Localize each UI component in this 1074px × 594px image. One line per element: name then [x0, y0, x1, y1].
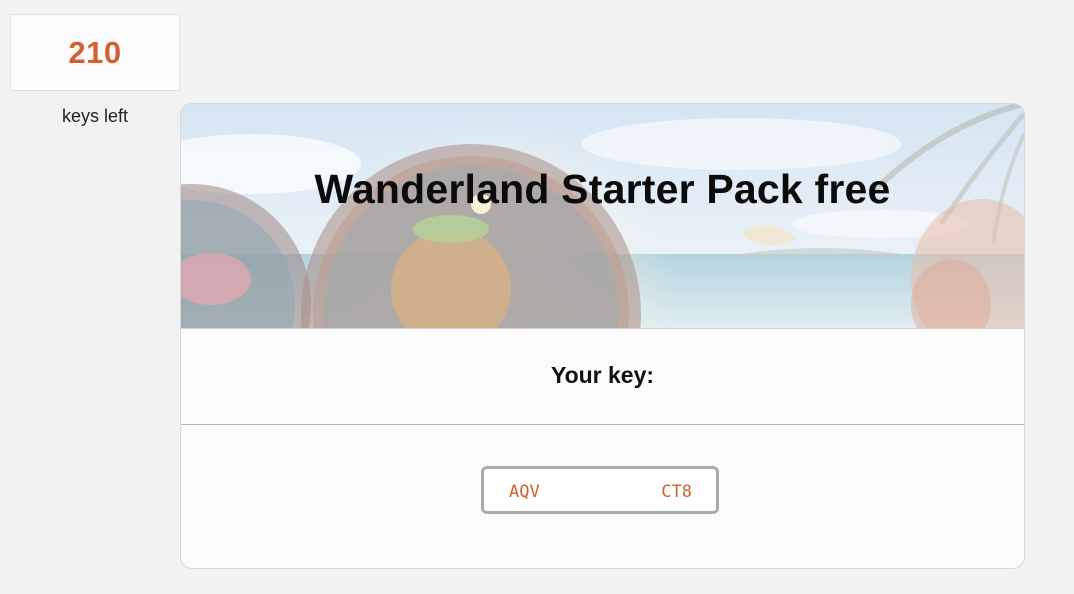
giveaway-card: Wanderland Starter Pack free Your key: A…: [180, 103, 1025, 569]
key-text-start: AQV: [509, 482, 540, 502]
page-title: Wanderland Starter Pack free: [314, 166, 891, 212]
key-text-end: CT8: [661, 482, 692, 502]
keys-left-label: keys left: [61, 106, 129, 126]
divider: [181, 424, 1024, 425]
keys-left-count: 210: [68, 34, 122, 70]
key-field[interactable]: AQV CT8: [481, 466, 719, 514]
key-heading: Your key:: [550, 362, 655, 388]
banner-overlay: [181, 104, 1024, 328]
keys-left-counter: 210: [10, 14, 180, 91]
banner: Wanderland Starter Pack free: [181, 104, 1024, 329]
